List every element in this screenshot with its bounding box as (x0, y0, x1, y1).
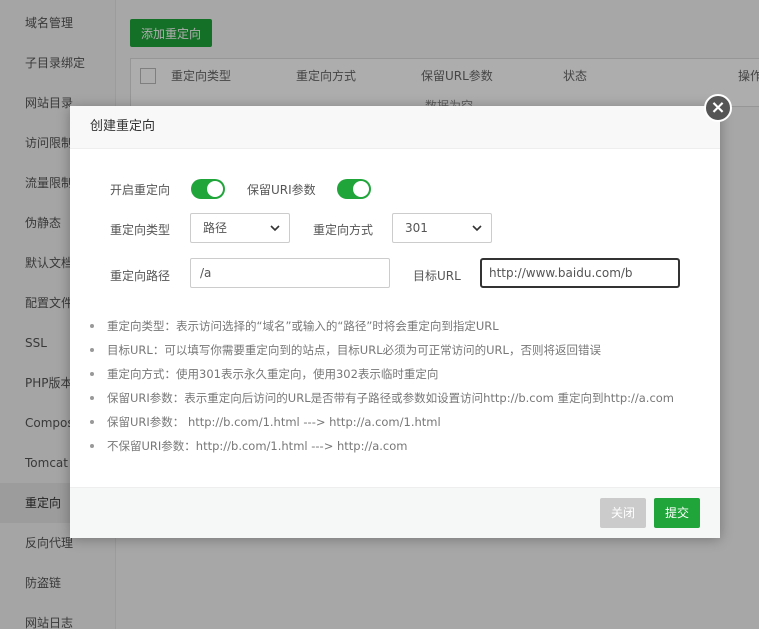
close-icon[interactable]: × (704, 94, 732, 122)
close-button[interactable]: 关闭 (600, 498, 646, 528)
dialog-title: 创建重定向 (90, 119, 156, 134)
bullet (90, 324, 94, 328)
tip-item: 不保留URI参数：http://b.com/1.html ---> http:/… (90, 434, 710, 458)
target-url-label: 目标URL (413, 269, 461, 283)
enable-redirect-label: 开启重定向 (110, 183, 171, 197)
submit-button[interactable]: 提交 (654, 498, 700, 528)
redirect-method-value: 301 (405, 221, 428, 235)
redirect-type-select[interactable]: 路径 (190, 213, 290, 243)
keep-uri-label: 保留URI参数 (247, 183, 316, 197)
tip-text: 不保留URI参数：http://b.com/1.html ---> http:/… (107, 439, 408, 453)
bullet (90, 396, 94, 400)
enable-redirect-toggle[interactable] (191, 179, 225, 199)
dialog-header: 创建重定向 (70, 106, 720, 149)
bullet (90, 444, 94, 448)
create-redirect-dialog: 创建重定向 开启重定向 保留URI参数 重定向类型 路径 重定向方式 301 重… (70, 106, 720, 538)
bullet (90, 372, 94, 376)
keep-uri-toggle[interactable] (337, 179, 371, 199)
help-tips: 重定向类型：表示访问选择的“域名”或输入的“路径”时将会重定向到指定URL 目标… (90, 314, 710, 458)
tip-text: 重定向方式：使用301表示永久重定向，使用302表示临时重定向 (107, 367, 439, 381)
redirect-path-label: 重定向路径 (110, 269, 171, 283)
redirect-path-input[interactable]: /a (190, 258, 390, 288)
tip-item: 保留URI参数：表示重定向后访问的URL是否带有子路径或参数如设置访问http:… (90, 386, 710, 410)
tip-text: 保留URI参数：表示重定向后访问的URL是否带有子路径或参数如设置访问http:… (107, 391, 675, 405)
toggle-knob (207, 181, 223, 197)
redirect-type-label: 重定向类型 (110, 223, 171, 237)
bullet (90, 420, 94, 424)
tip-item: 目标URL：可以填写你需要重定向到的站点，目标URL必须为可正常访问的URL，否… (90, 338, 710, 362)
chevron-down-icon (270, 225, 280, 232)
target-url-input[interactable]: http://www.baidu.com/b (480, 258, 680, 288)
tip-item: 重定向方式：使用301表示永久重定向，使用302表示临时重定向 (90, 362, 710, 386)
redirect-type-value: 路径 (203, 221, 228, 235)
toggle-knob (353, 181, 369, 197)
bullet (90, 348, 94, 352)
redirect-method-select[interactable]: 301 (392, 213, 492, 243)
redirect-method-label: 重定向方式 (313, 223, 374, 237)
tip-text: 目标URL：可以填写你需要重定向到的站点，目标URL必须为可正常访问的URL，否… (107, 343, 601, 357)
tip-text: 保留URI参数： http://b.com/1.html ---> http:/… (107, 415, 441, 429)
tip-item: 重定向类型：表示访问选择的“域名”或输入的“路径”时将会重定向到指定URL (90, 314, 710, 338)
dialog-footer: 关闭 提交 (70, 487, 720, 538)
tip-text: 重定向类型：表示访问选择的“域名”或输入的“路径”时将会重定向到指定URL (107, 319, 499, 333)
tip-item: 保留URI参数： http://b.com/1.html ---> http:/… (90, 410, 710, 434)
chevron-down-icon (472, 225, 482, 232)
